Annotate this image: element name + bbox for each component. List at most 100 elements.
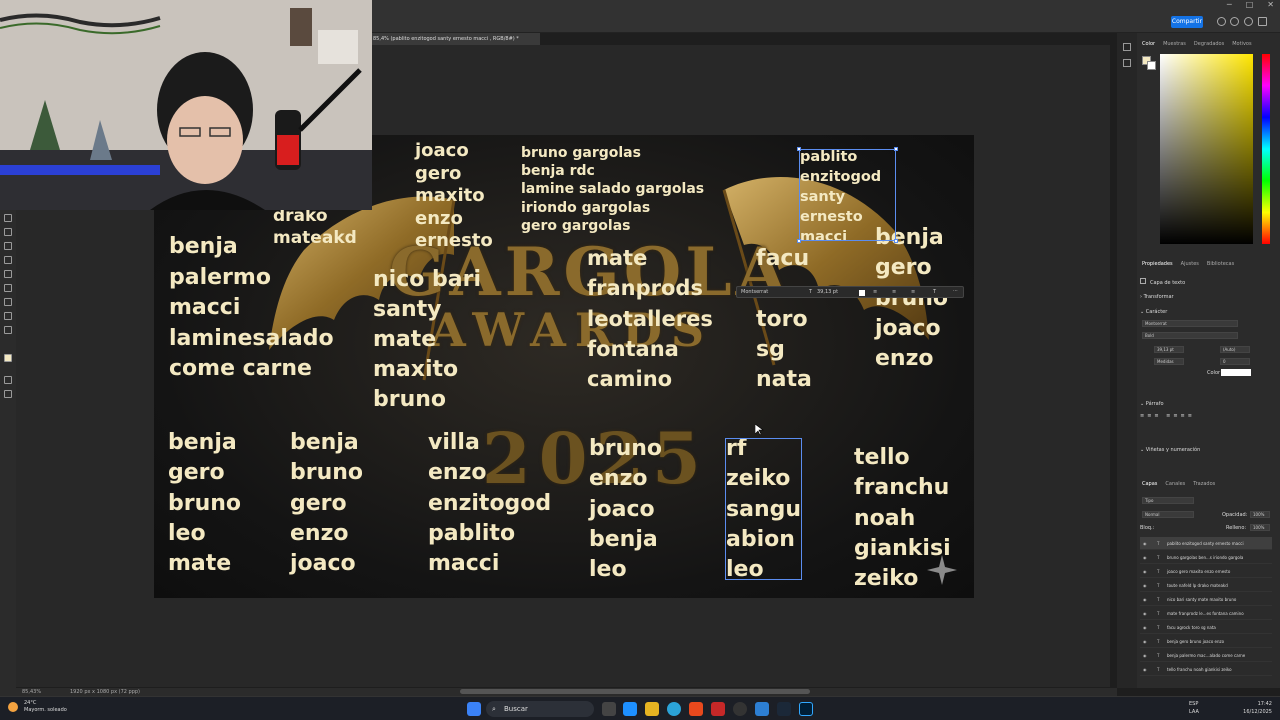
contextual-task-bar[interactable]: Montserrat T 39,13 pt ≡ ≡ ≡ T ⋯ bbox=[736, 286, 964, 298]
layer-row[interactable]: ◉ Tbenja gero bruno joaco enzo bbox=[1140, 635, 1272, 648]
visibility-eye-icon[interactable]: ◉ bbox=[1143, 649, 1149, 661]
visibility-eye-icon[interactable]: ◉ bbox=[1143, 579, 1149, 591]
weather-widget[interactable]: 24°C Mayorm. soleado bbox=[8, 700, 67, 714]
tab-layers[interactable]: Capas bbox=[1142, 481, 1157, 487]
app-icon-red[interactable] bbox=[711, 702, 725, 716]
visibility-eye-icon[interactable]: ◉ bbox=[1143, 565, 1149, 577]
font-style-field[interactable]: Bold bbox=[1142, 332, 1238, 339]
taskbar-search[interactable]: ⌕ Buscar bbox=[486, 701, 594, 717]
photoshop-icon[interactable] bbox=[799, 702, 813, 716]
names-column-7[interactable]: mate franprods leotalleres fontana camino bbox=[587, 243, 713, 394]
more-options-icon[interactable]: ⋯ bbox=[953, 288, 958, 294]
fill-input[interactable]: 100% bbox=[1250, 524, 1270, 531]
resize-handle[interactable] bbox=[894, 239, 898, 243]
tab-channels[interactable]: Canales bbox=[1165, 481, 1185, 487]
visibility-eye-icon[interactable]: ◉ bbox=[1143, 635, 1149, 647]
file-explorer-icon[interactable] bbox=[645, 702, 659, 716]
type-tool-icon[interactable] bbox=[4, 270, 12, 278]
names-column-13[interactable]: bruno enzo joaco benja leo bbox=[589, 434, 662, 585]
foreground-color-swatch[interactable] bbox=[4, 354, 12, 362]
lasso-tool-icon[interactable] bbox=[4, 242, 12, 250]
text-color-swatch[interactable] bbox=[859, 290, 865, 296]
hue-slider[interactable] bbox=[1262, 54, 1270, 244]
tab-color[interactable]: Color bbox=[1142, 41, 1155, 47]
search-icon[interactable] bbox=[1230, 17, 1239, 26]
app-icon-blue[interactable] bbox=[755, 702, 769, 716]
comments-icon[interactable] bbox=[1123, 59, 1131, 67]
text-bounding-box[interactable] bbox=[797, 147, 898, 243]
names-column-6[interactable]: nico bari santy mate maxito bruno bbox=[373, 265, 481, 415]
kerning-input[interactable]: Medidas bbox=[1154, 358, 1184, 365]
transform-section[interactable]: › Transformar bbox=[1140, 294, 1174, 300]
leading-input[interactable]: (Auto) bbox=[1220, 346, 1250, 353]
cloud-icon[interactable] bbox=[1217, 17, 1226, 26]
tab-paths[interactable]: Trazados bbox=[1193, 481, 1215, 487]
tab-patterns[interactable]: Motivos bbox=[1232, 41, 1251, 47]
paragraph-section[interactable]: ⌄ Párrafo bbox=[1140, 401, 1164, 407]
layer-row[interactable]: ◉ Tpablito enzitogod santy ernesto macci bbox=[1140, 537, 1272, 550]
help-icon[interactable] bbox=[1244, 17, 1253, 26]
tab-gradients[interactable]: Degradados bbox=[1194, 41, 1224, 47]
steam-icon[interactable] bbox=[777, 702, 791, 716]
visibility-eye-icon[interactable]: ◉ bbox=[1143, 551, 1149, 563]
zoom-tool-icon[interactable] bbox=[4, 326, 12, 334]
document-tab[interactable]: 85,4% (pablito enzitogod santy ernesto m… bbox=[370, 33, 540, 45]
align-left-icon[interactable]: ≡ bbox=[873, 289, 877, 295]
shape-tool-icon[interactable] bbox=[4, 298, 12, 306]
document-info[interactable]: 1920 px x 1080 px (72 ppp) bbox=[70, 689, 140, 695]
visibility-eye-icon[interactable]: ◉ bbox=[1143, 607, 1149, 619]
tab-adjustments[interactable]: Ajustes bbox=[1181, 261, 1199, 267]
obs-icon[interactable] bbox=[733, 702, 747, 716]
layer-row[interactable]: ◉ Tnico bari santy mate maxito bruno bbox=[1140, 593, 1272, 606]
names-column-15[interactable]: tello franchu noah giankisi zeiko bbox=[854, 443, 951, 594]
layer-kind-filter[interactable]: Tipo bbox=[1142, 497, 1194, 504]
resize-handle[interactable] bbox=[797, 147, 801, 151]
system-clock[interactable]: 17:42 16/12/2025 bbox=[1243, 700, 1272, 716]
marquee-tool-icon[interactable] bbox=[4, 228, 12, 236]
language-indicator[interactable]: ESP LAA bbox=[1189, 700, 1199, 716]
visibility-eye-icon[interactable]: ◉ bbox=[1143, 621, 1149, 633]
font-size-field[interactable]: 39,13 pt bbox=[817, 289, 838, 295]
edge-icon[interactable] bbox=[667, 702, 681, 716]
zoom-level[interactable]: 85,43% bbox=[22, 689, 41, 695]
tab-properties[interactable]: Propiedades bbox=[1142, 261, 1173, 267]
start-button-icon[interactable] bbox=[467, 702, 481, 716]
names-column-9[interactable]: benja gero bruno joaco enzo bbox=[875, 223, 948, 374]
align-center-icon[interactable]: ≡ bbox=[892, 289, 896, 295]
quick-mask-icon[interactable] bbox=[4, 376, 12, 384]
tracking-input[interactable]: 0 bbox=[1220, 358, 1250, 365]
layer-row[interactable]: ◉ Tbruno gargolas ben...s iriondo gargola bbox=[1140, 551, 1272, 564]
bullets-section[interactable]: ⌄ Viñetas y numeración bbox=[1140, 447, 1200, 453]
align-right-icon[interactable]: ≡ bbox=[911, 289, 915, 295]
names-column-8[interactable]: facu toro sg nata bbox=[756, 244, 812, 395]
hand-tool-icon[interactable] bbox=[4, 312, 12, 320]
layer-row[interactable]: ◉ Tfacu agrock toro sg nata bbox=[1140, 621, 1272, 634]
opacity-input[interactable]: 100% bbox=[1250, 511, 1270, 518]
task-view-icon[interactable] bbox=[602, 702, 616, 716]
names-column-1[interactable]: joaco gero maxito enzo ernesto bbox=[415, 140, 493, 253]
share-button[interactable]: Compartir bbox=[1171, 16, 1203, 28]
tab-swatches[interactable]: Muestras bbox=[1163, 41, 1186, 47]
names-column-2[interactable]: bruno gargolas benja rdc lamine salado gar… bbox=[521, 144, 704, 235]
layer-row[interactable]: ◉ Ttello franchu noah giankisi zeiko bbox=[1140, 663, 1272, 676]
tab-libraries[interactable]: Bibliotecas bbox=[1207, 261, 1234, 267]
screen-mode-icon[interactable] bbox=[4, 390, 12, 398]
font-dropdown[interactable]: Montserrat bbox=[741, 289, 768, 295]
background-color-chip[interactable] bbox=[1147, 61, 1156, 70]
names-column-10[interactable]: benja gero bruno leo mate bbox=[168, 428, 241, 579]
paragraph-align-icons[interactable]: ≡≡≡ ≡≡≡≡ bbox=[1140, 413, 1195, 419]
move-tool-icon[interactable] bbox=[4, 214, 12, 222]
color-picker-field[interactable] bbox=[1160, 54, 1253, 244]
names-column-12[interactable]: villa enzo enzitogod pablito macci bbox=[428, 428, 551, 579]
layer-row[interactable]: ◉ Tmate franprodz le...es fontana camino bbox=[1140, 607, 1272, 620]
path-tool-icon[interactable] bbox=[4, 284, 12, 292]
blend-mode-select[interactable]: Normal bbox=[1142, 511, 1194, 518]
resize-handle[interactable] bbox=[797, 239, 801, 243]
visibility-eye-icon[interactable]: ◉ bbox=[1143, 593, 1149, 605]
visibility-eye-icon[interactable]: ◉ bbox=[1143, 537, 1149, 549]
font-family-field[interactable]: Montserrat bbox=[1142, 320, 1238, 327]
history-icon[interactable] bbox=[1123, 43, 1131, 51]
minimize-button[interactable]: ─ bbox=[1227, 0, 1232, 12]
character-section[interactable]: ⌄ Carácter bbox=[1140, 309, 1167, 315]
layer-row[interactable]: ◉ Tjoaco gero maxito enzo ernesto bbox=[1140, 565, 1272, 578]
